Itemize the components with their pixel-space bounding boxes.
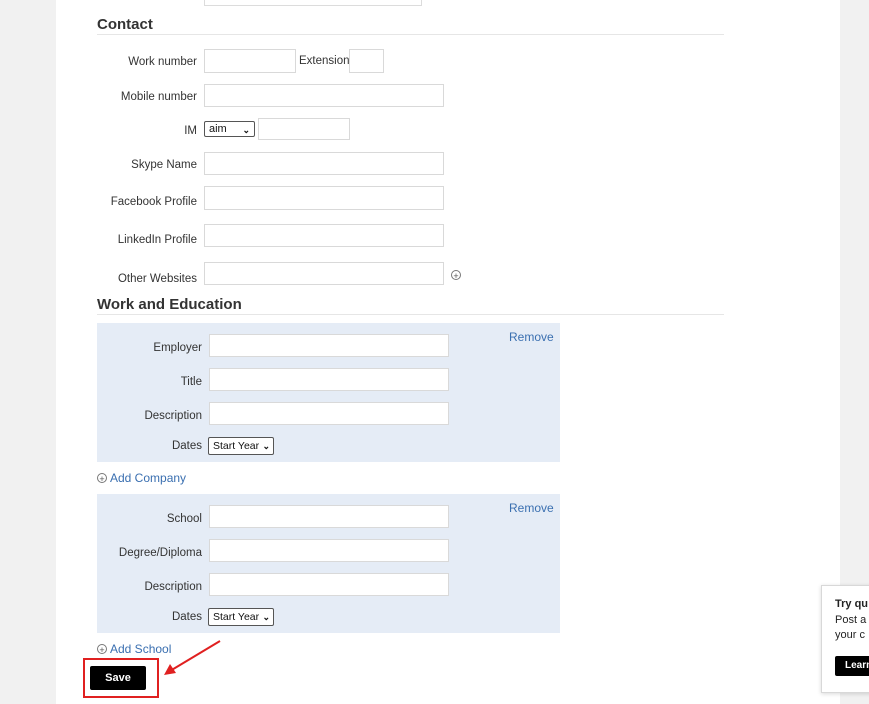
annotation-arrow-icon: [164, 640, 221, 675]
chevron-down-icon: ⌄: [262, 612, 270, 622]
remove-company-link[interactable]: Remove: [509, 330, 554, 344]
im-type-value: aim: [209, 123, 227, 135]
previous-field-input[interactable]: [204, 0, 422, 6]
school-input[interactable]: [209, 505, 449, 528]
job-title-label: Title: [180, 376, 202, 388]
work-number-label: Work number: [128, 56, 197, 68]
facebook-profile-label: Facebook Profile: [110, 196, 197, 208]
popup-line-2: Post a: [835, 614, 867, 626]
other-websites-input[interactable]: [204, 262, 444, 285]
company-description-input[interactable]: [209, 402, 449, 425]
company-start-year-select[interactable]: Start Year ⌄: [208, 437, 274, 455]
linkedin-profile-input[interactable]: [204, 224, 444, 247]
school-start-year-value: Start Year: [213, 611, 260, 623]
chevron-down-icon: ⌄: [242, 125, 250, 135]
popup-title: Try qu: [835, 598, 869, 610]
company-dates-label: Dates: [171, 440, 202, 452]
employer-input[interactable]: [209, 334, 449, 357]
school-label: School: [166, 513, 202, 525]
add-circle-icon: +: [97, 644, 107, 655]
school-dates-label: Dates: [171, 611, 202, 623]
extension-label: Extension: [299, 55, 350, 67]
remove-school-link[interactable]: Remove: [509, 501, 554, 515]
job-title-input[interactable]: [209, 368, 449, 391]
school-description-input[interactable]: [209, 573, 449, 596]
im-handle-input[interactable]: [258, 118, 350, 140]
school-description-label: Description: [144, 581, 202, 593]
chevron-down-icon: ⌄: [262, 441, 270, 451]
other-websites-label: Other Websites: [117, 273, 197, 285]
work-education-section-title: Work and Education: [97, 296, 242, 313]
extension-input[interactable]: [349, 49, 384, 73]
skype-name-label: Skype Name: [131, 159, 197, 171]
school-start-year-select[interactable]: Start Year ⌄: [208, 608, 274, 626]
mobile-number-input[interactable]: [204, 84, 444, 107]
add-website-icon[interactable]: +: [451, 270, 461, 281]
save-button[interactable]: Save: [90, 666, 146, 690]
popup-line-3: your c: [835, 629, 865, 641]
contact-section-title: Contact: [97, 16, 153, 33]
mobile-number-label: Mobile number: [120, 91, 197, 103]
linkedin-profile-label: LinkedIn Profile: [117, 234, 197, 246]
im-label: IM: [184, 125, 197, 137]
add-company-label: Add Company: [110, 471, 187, 485]
degree-input[interactable]: [209, 539, 449, 562]
skype-name-input[interactable]: [204, 152, 444, 175]
company-description-label: Description: [144, 410, 202, 422]
employer-label: Employer: [153, 342, 202, 354]
add-circle-icon: +: [97, 473, 107, 484]
popup-learn-button[interactable]: Learn: [835, 656, 869, 676]
company-start-year-value: Start Year: [213, 440, 260, 452]
work-number-input[interactable]: [204, 49, 296, 73]
contact-divider: [97, 34, 724, 35]
work-education-divider: [97, 314, 724, 315]
facebook-profile-input[interactable]: [204, 186, 444, 210]
promo-popup: Try qu Post a your c Learn: [821, 585, 869, 693]
add-company-link[interactable]: + Add Company: [97, 471, 186, 485]
degree-label: Degree/Diploma: [118, 547, 202, 559]
im-type-select[interactable]: aim ⌄: [204, 121, 255, 137]
